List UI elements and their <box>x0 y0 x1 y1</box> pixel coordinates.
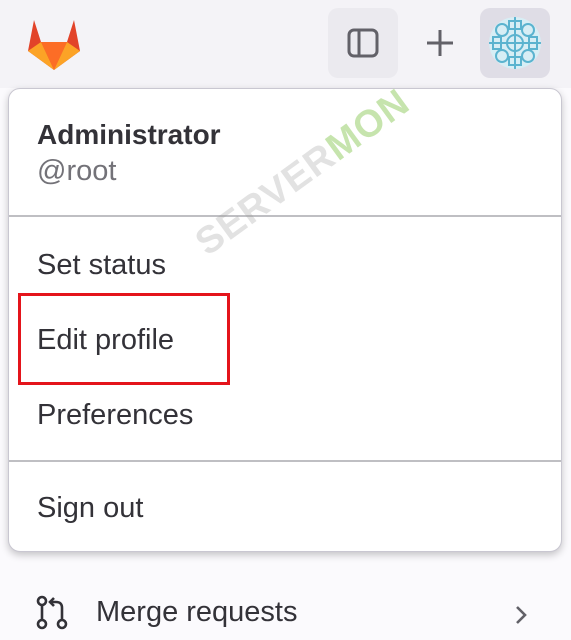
menu-item-label: Sign out <box>37 492 144 524</box>
user-handle: @root <box>37 155 117 187</box>
sidebar-item-merge-requests[interactable]: Merge requests <box>0 588 571 640</box>
menu-item-label: Set status <box>37 249 166 281</box>
gitlab-logo-icon[interactable] <box>24 14 84 72</box>
plus-icon <box>427 30 453 56</box>
merge-request-icon <box>36 595 68 630</box>
user-menu-dropdown: Administrator @root Set status Edit prof… <box>8 88 562 552</box>
sign-out-menu-item[interactable]: Sign out <box>9 474 561 542</box>
menu-item-label: Edit profile <box>37 324 175 356</box>
menu-item-label: Preferences <box>37 399 194 431</box>
menu-divider <box>9 215 561 217</box>
top-navigation-bar <box>0 0 571 88</box>
menu-divider <box>9 460 561 462</box>
user-avatar-icon <box>489 17 541 69</box>
set-status-menu-item[interactable]: Set status <box>9 231 561 299</box>
user-menu-button[interactable] <box>480 8 550 78</box>
chevron-right-icon <box>516 606 527 624</box>
user-name: Administrator <box>37 119 221 150</box>
sidebar-toggle-button[interactable] <box>328 8 398 78</box>
preferences-menu-item[interactable]: Preferences <box>9 381 561 449</box>
sidebar-panel-icon <box>347 28 379 58</box>
user-info-header[interactable]: Administrator @root <box>9 89 561 215</box>
edit-profile-menu-item[interactable]: Edit profile <box>9 306 561 374</box>
create-new-button[interactable] <box>405 8 475 78</box>
sidebar-item-label: Merge requests <box>96 596 298 628</box>
